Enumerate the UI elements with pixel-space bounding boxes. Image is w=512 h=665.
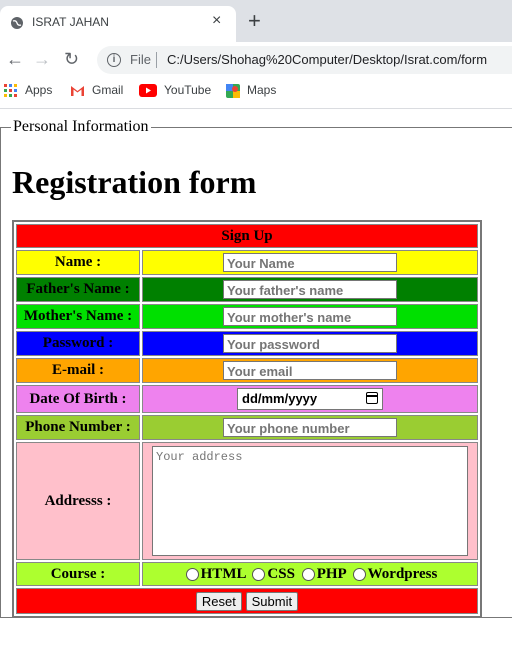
bookmark-youtube[interactable]: YouTube bbox=[139, 83, 212, 98]
bookmark-label: Maps bbox=[247, 83, 277, 97]
mother-name-label: Mother's Name : bbox=[16, 304, 140, 329]
table-row: Phone Number : Your phone number bbox=[16, 415, 478, 440]
toolbar: ← → ↻ i File C:/Users/Shohag%20Computer/… bbox=[0, 42, 512, 76]
registration-table: Sign Up Name : Your Name Father's Name :… bbox=[12, 220, 482, 618]
name-input[interactable]: Your Name bbox=[223, 253, 397, 272]
course-option-wordpress: Wordpress bbox=[367, 565, 438, 582]
radio-php[interactable] bbox=[301, 567, 315, 581]
calendar-icon[interactable] bbox=[366, 392, 378, 404]
course-option-css: CSS bbox=[267, 565, 295, 582]
submit-button[interactable]: Submit bbox=[245, 591, 299, 611]
table-row: Reset Submit bbox=[16, 588, 478, 614]
password-input[interactable]: Your password bbox=[223, 334, 397, 353]
father-name-input[interactable]: Your father's name bbox=[223, 280, 397, 299]
address-bar[interactable]: i File C:/Users/Shohag%20Computer/Deskto… bbox=[97, 46, 512, 74]
table-row: Name : Your Name bbox=[16, 250, 478, 275]
table-row: Sign Up bbox=[16, 224, 478, 248]
fieldset-legend: Personal Information bbox=[13, 118, 149, 135]
active-tab[interactable]: ISRAT JAHAN × bbox=[0, 6, 236, 42]
course-label: Course : bbox=[16, 562, 140, 586]
bookmark-label: Gmail bbox=[92, 83, 124, 97]
address-textarea[interactable] bbox=[152, 446, 468, 556]
button-row: Reset Submit bbox=[16, 588, 478, 614]
page-title: Registration form bbox=[12, 164, 257, 200]
bookmarks-bar: Apps Gmail YouTube Maps bbox=[0, 76, 512, 109]
bookmark-apps[interactable]: Apps bbox=[4, 83, 52, 98]
url-text[interactable]: C:/Users/Shohag%20Computer/Desktop/Israt… bbox=[167, 52, 487, 67]
address-cell bbox=[142, 442, 478, 560]
gmail-icon bbox=[71, 85, 84, 96]
new-tab-icon[interactable]: + bbox=[248, 10, 261, 32]
password-cell: Your password bbox=[142, 331, 478, 356]
table-row: Father's Name : Your father's name bbox=[16, 277, 478, 302]
dob-placeholder: dd/mm/yyyy bbox=[242, 391, 318, 406]
course-option-html: HTML bbox=[200, 565, 246, 582]
bookmark-maps[interactable]: Maps bbox=[226, 83, 276, 98]
globe-icon bbox=[11, 17, 23, 29]
name-cell: Your Name bbox=[142, 250, 478, 275]
close-icon[interactable]: × bbox=[212, 12, 221, 30]
dob-label: Date Of Birth : bbox=[16, 385, 140, 413]
maps-icon bbox=[226, 83, 240, 98]
tab-title: ISRAT JAHAN bbox=[32, 15, 109, 29]
course-option-php: PHP bbox=[316, 565, 346, 582]
divider bbox=[156, 52, 157, 68]
phone-input[interactable]: Your phone number bbox=[223, 418, 397, 437]
father-name-cell: Your father's name bbox=[142, 277, 478, 302]
reset-button[interactable]: Reset bbox=[195, 591, 242, 611]
address-label: Addresss : bbox=[16, 442, 140, 560]
dob-cell: dd/mm/yyyy bbox=[142, 385, 478, 413]
name-label: Name : bbox=[16, 250, 140, 275]
forward-icon[interactable]: → bbox=[33, 50, 51, 68]
tab-strip: ISRAT JAHAN × + bbox=[0, 0, 512, 42]
info-icon[interactable]: i bbox=[107, 53, 121, 67]
course-cell: HTML CSS PHP Wordpress bbox=[142, 562, 478, 586]
bookmark-label: YouTube bbox=[164, 83, 212, 97]
mother-name-cell: Your mother's name bbox=[142, 304, 478, 329]
table-row: Date Of Birth : dd/mm/yyyy bbox=[16, 385, 478, 413]
table-row: Mother's Name : Your mother's name bbox=[16, 304, 478, 329]
bookmark-label: Apps bbox=[25, 83, 53, 97]
email-cell: Your email bbox=[142, 358, 478, 383]
table-row: Course : HTML CSS PHP Wordpress bbox=[16, 562, 478, 586]
table-row: Password : Your password bbox=[16, 331, 478, 356]
sign-up-header: Sign Up bbox=[16, 224, 478, 248]
reload-icon[interactable]: ↻ bbox=[64, 50, 79, 68]
radio-wordpress[interactable] bbox=[352, 567, 366, 581]
mother-name-input[interactable]: Your mother's name bbox=[223, 307, 397, 326]
radio-css[interactable] bbox=[252, 567, 266, 581]
apps-grid-icon bbox=[4, 83, 17, 97]
father-name-label: Father's Name : bbox=[16, 277, 140, 302]
email-input[interactable]: Your email bbox=[223, 361, 397, 380]
password-label: Password : bbox=[16, 331, 140, 356]
youtube-icon bbox=[139, 84, 157, 98]
phone-label: Phone Number : bbox=[16, 415, 140, 440]
email-label: E-mail : bbox=[16, 358, 140, 383]
back-icon[interactable]: ← bbox=[6, 50, 24, 68]
table-row: E-mail : Your email bbox=[16, 358, 478, 383]
file-label: File bbox=[130, 52, 151, 67]
table-row: Addresss : bbox=[16, 442, 478, 560]
radio-html[interactable] bbox=[185, 567, 199, 581]
phone-cell: Your phone number bbox=[142, 415, 478, 440]
dob-input[interactable]: dd/mm/yyyy bbox=[237, 388, 383, 410]
bookmark-gmail[interactable]: Gmail bbox=[70, 83, 123, 97]
